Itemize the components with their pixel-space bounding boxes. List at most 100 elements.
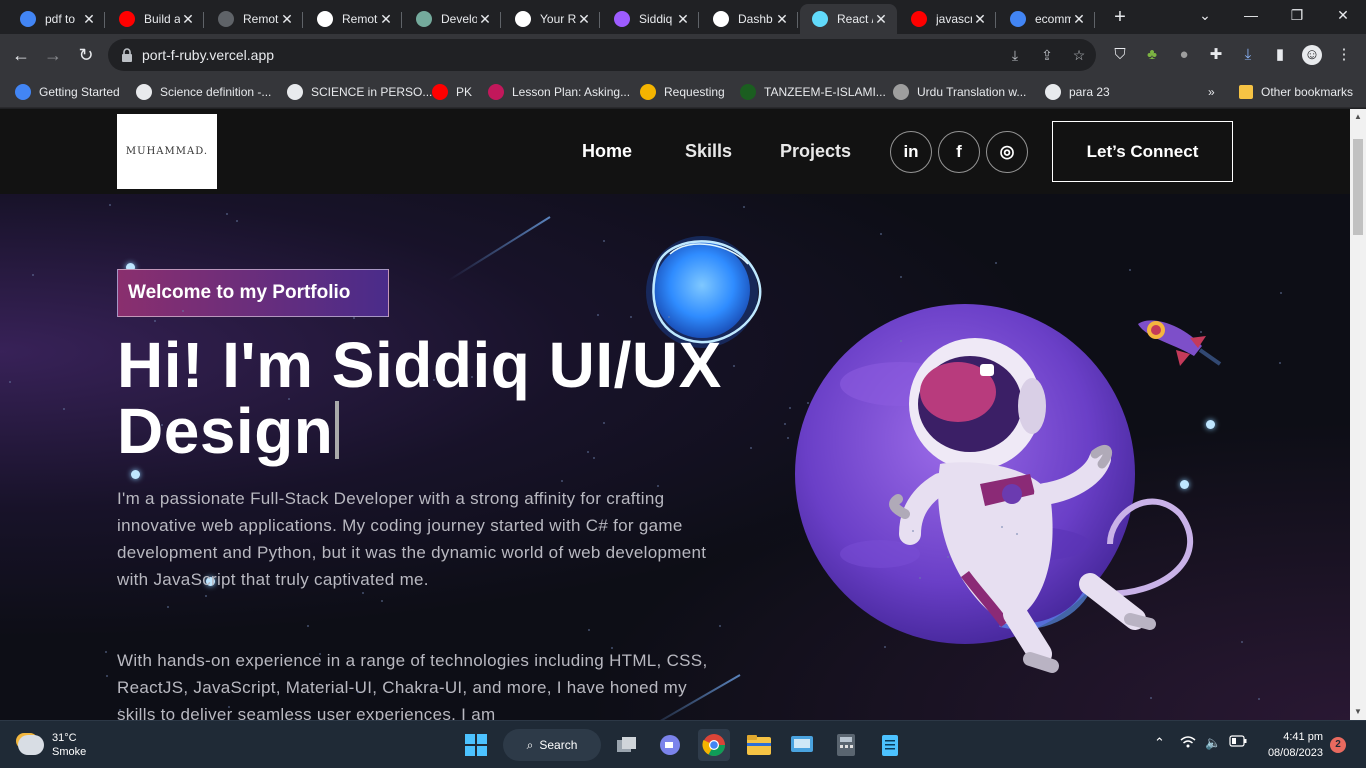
- bookmarks-overflow-button[interactable]: »: [1208, 82, 1215, 102]
- facebook-icon[interactable]: f: [938, 131, 980, 173]
- task-view-icon[interactable]: [611, 729, 643, 761]
- menu-icon[interactable]: ⋮: [1334, 45, 1354, 65]
- bookmark-item[interactable]: Lesson Plan: Asking...: [488, 82, 630, 102]
- shield-extension-icon[interactable]: ⛉: [1110, 45, 1130, 65]
- bookmark-item[interactable]: PK: [432, 82, 472, 102]
- star-dot: [205, 595, 207, 597]
- windows-taskbar: 31°C Smoke ⌕ Search ⌃ 🔈 4:41 pm 08/08/20…: [0, 720, 1366, 768]
- notification-badge[interactable]: 2: [1330, 737, 1346, 753]
- headline-text: Hi! I'm Siddiq UI/UX Design: [117, 329, 722, 467]
- other-bookmarks-folder[interactable]: Other bookmarks: [1239, 82, 1353, 102]
- forward-icon[interactable]: →: [40, 42, 66, 68]
- browser-tab[interactable]: Build a ✕: [107, 4, 204, 34]
- close-tab-icon[interactable]: ✕: [675, 11, 691, 28]
- sidepanel-icon[interactable]: ▮: [1270, 45, 1290, 65]
- close-tab-icon[interactable]: ✕: [279, 11, 295, 28]
- notepad-icon[interactable]: [874, 729, 906, 761]
- page-scrollbar[interactable]: ▲ ▼: [1350, 109, 1366, 720]
- browser-tab[interactable]: ecomm ✕: [998, 4, 1095, 34]
- chrome-taskbar-icon[interactable]: [698, 729, 730, 761]
- close-tab-icon[interactable]: ✕: [477, 11, 493, 28]
- close-window-button[interactable]: ✕: [1320, 0, 1366, 30]
- book-icon: [893, 84, 909, 100]
- bookmark-item[interactable]: Getting Started: [15, 82, 120, 102]
- browser-tab[interactable]: Siddiq ✕: [602, 4, 699, 34]
- close-tab-icon[interactable]: ✕: [81, 11, 97, 28]
- weather-widget[interactable]: 31°C Smoke: [18, 731, 86, 759]
- lets-connect-button[interactable]: Let’s Connect: [1052, 121, 1233, 182]
- wifi-icon[interactable]: [1180, 735, 1196, 752]
- close-tab-icon[interactable]: ✕: [180, 11, 196, 28]
- browser-tab[interactable]: Your R ✕: [503, 4, 600, 34]
- volume-icon[interactable]: 🔈: [1205, 735, 1221, 751]
- tray-overflow-icon[interactable]: ⌃: [1154, 735, 1165, 751]
- browser-tab[interactable]: javascr ✕: [899, 4, 996, 34]
- star-dot: [154, 320, 156, 322]
- puzzle-icon[interactable]: ✚: [1206, 45, 1226, 65]
- linkedin-icon[interactable]: in: [890, 131, 932, 173]
- close-tab-icon[interactable]: ✕: [576, 11, 592, 28]
- star-dot: [597, 314, 599, 316]
- browser-tab[interactable]: Remot ✕: [305, 4, 402, 34]
- tab-title: ecomm: [1035, 12, 1071, 26]
- browser-tab[interactable]: Dashb ✕: [701, 4, 798, 34]
- extension-icon[interactable]: ●: [1174, 45, 1194, 65]
- scroll-down-arrow[interactable]: ▼: [1353, 707, 1363, 716]
- tab-separator: [500, 12, 501, 28]
- bookmark-item[interactable]: para 23: [1045, 82, 1110, 102]
- star-dot: [357, 691, 359, 693]
- teams-chat-icon[interactable]: [654, 729, 686, 761]
- calculator-icon[interactable]: [830, 729, 862, 761]
- bookmark-item[interactable]: TANZEEM-E-ISLAMI...: [740, 82, 886, 102]
- browser-tab[interactable]: Remot ✕: [206, 4, 303, 34]
- star-dot: [63, 408, 65, 410]
- control-panel-icon[interactable]: [786, 729, 818, 761]
- download-icon[interactable]: ⤓: [1238, 45, 1258, 65]
- nav-projects[interactable]: Projects: [780, 141, 851, 162]
- browser-tab[interactable]: pdf to ✕: [8, 4, 105, 34]
- close-tab-icon[interactable]: ✕: [1071, 11, 1087, 28]
- restore-button[interactable]: ❐: [1274, 0, 1320, 30]
- bookmark-item[interactable]: SCIENCE in PERSO...: [287, 82, 432, 102]
- close-tab-icon[interactable]: ✕: [378, 11, 394, 28]
- share-icon[interactable]: ⇪: [1038, 46, 1056, 64]
- scrollbar-thumb[interactable]: [1353, 139, 1363, 235]
- browser-tab[interactable]: React / ✕: [800, 4, 897, 34]
- back-icon[interactable]: ←: [8, 42, 34, 68]
- bookmark-star-icon[interactable]: ☆: [1070, 46, 1088, 64]
- vite-icon: [614, 11, 630, 27]
- tab-separator: [698, 12, 699, 28]
- close-tab-icon[interactable]: ✕: [972, 11, 988, 28]
- scroll-up-arrow[interactable]: ▲: [1353, 112, 1363, 121]
- browser-tab[interactable]: Develo ✕: [404, 4, 501, 34]
- github-icon: [515, 11, 531, 27]
- close-tab-icon[interactable]: ✕: [873, 11, 889, 28]
- search-icon: ⌕: [526, 737, 534, 752]
- close-tab-icon[interactable]: ✕: [774, 11, 790, 28]
- install-icon[interactable]: ⤓: [1006, 46, 1024, 64]
- tab-title: Dashb: [738, 12, 773, 26]
- windows-start-icon[interactable]: [460, 729, 492, 761]
- tree-extension-icon[interactable]: ♣: [1142, 45, 1162, 65]
- battery-icon[interactable]: [1229, 735, 1247, 750]
- flag-icon: [740, 84, 756, 100]
- reload-icon[interactable]: ↻: [73, 42, 99, 68]
- instagram-icon[interactable]: ◎: [986, 131, 1028, 173]
- nav-home[interactable]: Home: [582, 141, 632, 162]
- profile-avatar-icon[interactable]: ☺: [1302, 45, 1322, 65]
- taskbar-clock[interactable]: 4:41 pm 08/08/2023: [1255, 729, 1323, 761]
- tab-search-icon[interactable]: ⌄: [1182, 0, 1228, 30]
- bookmarks-bar: » Other bookmarks Getting Started Science…: [0, 76, 1366, 108]
- star-dot: [593, 457, 595, 459]
- minimize-button[interactable]: —: [1228, 0, 1274, 30]
- bookmark-item[interactable]: Science definition -...: [136, 82, 271, 102]
- taskbar-search[interactable]: ⌕ Search: [503, 729, 601, 761]
- site-logo[interactable]: MUHAMMAD.: [117, 114, 217, 189]
- tab-title: javascr: [936, 12, 972, 26]
- bookmark-item[interactable]: Urdu Translation w...: [893, 82, 1026, 102]
- new-tab-button[interactable]: +: [1108, 6, 1132, 30]
- nav-skills[interactable]: Skills: [685, 141, 732, 162]
- bookmark-item[interactable]: Requesting: [640, 82, 725, 102]
- address-bar[interactable]: port-f-ruby.vercel.app ⤓ ⇪ ☆: [108, 39, 1096, 71]
- file-explorer-icon[interactable]: [743, 729, 775, 761]
